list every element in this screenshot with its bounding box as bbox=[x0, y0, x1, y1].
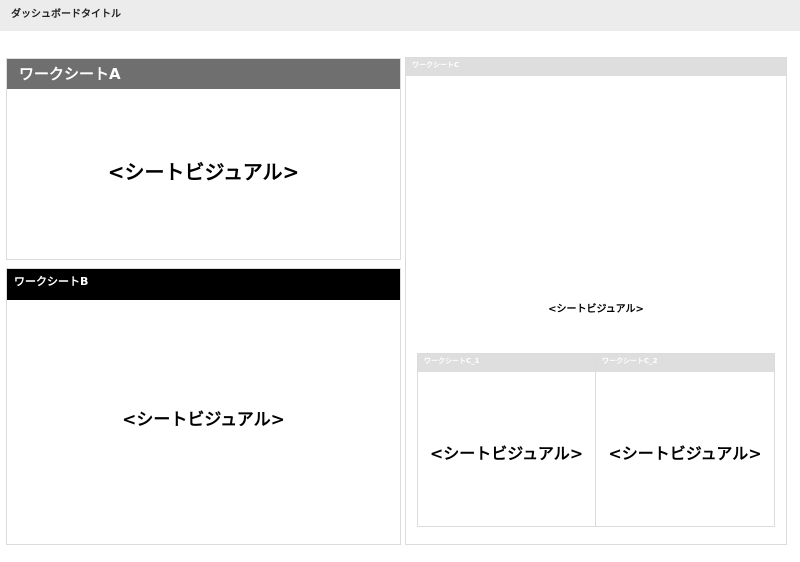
worksheet-c1-visual: <シートビジュアル> bbox=[429, 444, 584, 463]
worksheet-a-visual: <シートビジュアル> bbox=[107, 160, 300, 184]
dashboard-title-bar: ダッシュボードタイトル bbox=[0, 0, 800, 31]
worksheet-c2-title: ワークシートC_2 bbox=[596, 354, 774, 372]
worksheet-a-title: ワークシートA bbox=[7, 59, 400, 89]
worksheet-b-panel[interactable]: ワークシートB <シートビジュアル> bbox=[6, 268, 401, 545]
dashboard-title: ダッシュボードタイトル bbox=[11, 9, 121, 20]
worksheet-c1-panel[interactable]: ワークシートC_1 <シートビジュアル> bbox=[417, 353, 596, 527]
worksheet-a-panel[interactable]: ワークシートA <シートビジュアル> bbox=[6, 58, 401, 260]
worksheet-c2-panel[interactable]: ワークシートC_2 <シートビジュアル> bbox=[595, 353, 775, 527]
worksheet-c-panel[interactable]: ワークシートC <シートビジュアル> ワークシートC_1 <シートビジュアル> … bbox=[405, 57, 787, 545]
worksheet-c-title: ワークシートC bbox=[406, 58, 786, 76]
worksheet-b-title: ワークシートB bbox=[7, 269, 400, 300]
worksheet-c2-visual: <シートビジュアル> bbox=[608, 444, 762, 463]
worksheet-c1-title: ワークシートC_1 bbox=[418, 354, 595, 372]
worksheet-c-visual: <シートビジュアル> bbox=[548, 304, 644, 315]
worksheet-b-visual: <シートビジュアル> bbox=[122, 410, 285, 430]
